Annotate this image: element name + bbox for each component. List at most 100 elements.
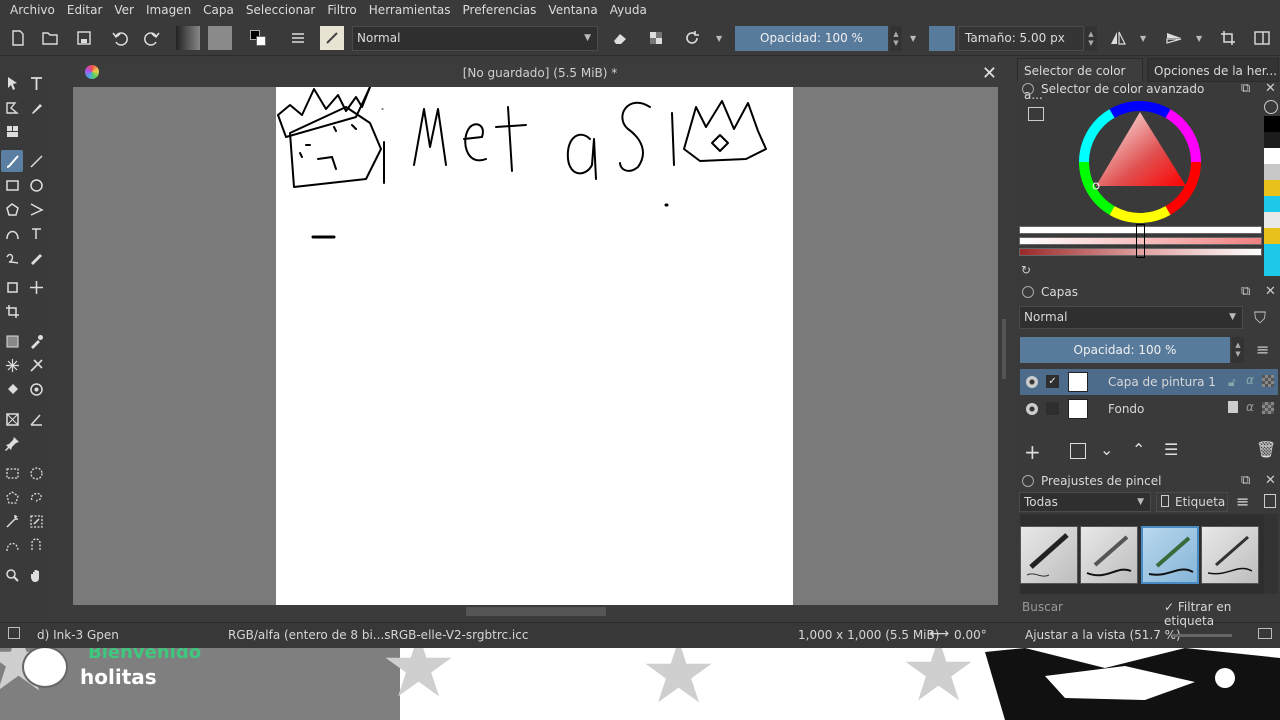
- measure-tool-icon[interactable]: [25, 408, 47, 430]
- layer-checkbox[interactable]: ✓: [1046, 375, 1059, 388]
- opacity-slider[interactable]: Opacidad: 100 %: [735, 26, 888, 51]
- brush-preset-icon[interactable]: [320, 26, 344, 50]
- menu-imagen[interactable]: Imagen: [140, 3, 197, 17]
- color-wheel[interactable]: [1076, 100, 1204, 224]
- text-tool-icon[interactable]: [25, 72, 47, 94]
- layer-row[interactable]: ✓ Capa de pintura 1 🔓︎ α: [1020, 369, 1278, 395]
- brush-preset-item[interactable]: [1201, 526, 1259, 584]
- eye-icon[interactable]: [1026, 376, 1038, 388]
- layer-opacity-slider[interactable]: Opacidad: 100 %: [1020, 337, 1230, 363]
- slider-handle[interactable]: [1136, 224, 1145, 258]
- polyline-tool-icon[interactable]: [25, 198, 47, 220]
- redo-icon[interactable]: [140, 26, 164, 50]
- menu-ayuda[interactable]: Ayuda: [604, 3, 653, 17]
- rect-select-icon[interactable]: [1, 462, 23, 484]
- transform-tool-icon[interactable]: [1, 276, 23, 298]
- brush-preset-item[interactable]: [1020, 526, 1078, 584]
- magic-wand-icon[interactable]: [1, 510, 23, 532]
- polygon-tool-icon[interactable]: [1, 198, 23, 220]
- polygon-select-icon[interactable]: [1, 486, 23, 508]
- reload-preset-icon[interactable]: [680, 26, 704, 50]
- edit-shapes-icon[interactable]: [1, 96, 23, 118]
- fg-bg-color-icon[interactable]: [246, 26, 270, 50]
- crop-tool-icon[interactable]: [1, 300, 23, 322]
- freehand-select-icon[interactable]: [25, 486, 47, 508]
- lock-icon[interactable]: [1228, 401, 1238, 413]
- open-folder-icon[interactable]: [38, 26, 62, 50]
- menu-editar[interactable]: Editar: [61, 3, 109, 17]
- menu-ventana[interactable]: Ventana: [542, 3, 603, 17]
- rectangle-tool-icon[interactable]: [1, 174, 23, 196]
- line-tool-icon[interactable]: [25, 150, 47, 172]
- layer-blend-select[interactable]: Normal ▼: [1019, 306, 1243, 329]
- magnetic-select-icon[interactable]: [25, 534, 47, 556]
- blend-mode-select[interactable]: Normal ▼: [352, 26, 598, 51]
- alpha-icon[interactable]: α: [1246, 400, 1254, 414]
- refresh-icon[interactable]: ↻: [1021, 263, 1031, 277]
- brush-settings-icon[interactable]: [286, 26, 310, 50]
- layer-opacity-spin[interactable]: ▲ ▼: [1232, 337, 1244, 363]
- undo-icon[interactable]: [108, 26, 132, 50]
- add-layer-icon[interactable]: +: [1024, 440, 1041, 464]
- brush-preset-item[interactable]: [1141, 526, 1199, 584]
- drawing-canvas[interactable]: metasl: [276, 87, 793, 605]
- mirror-vertical-icon[interactable]: [1162, 26, 1186, 50]
- new-document-icon[interactable]: [6, 26, 30, 50]
- ellipse-tool-icon[interactable]: [25, 174, 47, 196]
- layer-properties-icon[interactable]: ☰: [1164, 440, 1178, 459]
- brush-search-input[interactable]: Buscar: [1022, 600, 1063, 614]
- float-icon[interactable]: ⧉: [1241, 282, 1250, 302]
- brush-filter-select[interactable]: Todas ▼: [1019, 492, 1151, 512]
- brush-settings-icon[interactable]: [1264, 494, 1276, 508]
- rotate-icon[interactable]: ⟷: [929, 626, 949, 642]
- close-icon[interactable]: ✕: [1265, 282, 1276, 302]
- inherit-alpha-icon[interactable]: [1262, 402, 1274, 414]
- select-shapes-icon[interactable]: [1, 72, 23, 94]
- lock-icon[interactable]: 🔓︎: [1228, 375, 1236, 390]
- float-icon[interactable]: ⧉: [1241, 79, 1250, 99]
- menu-icon[interactable]: ≡: [1256, 340, 1269, 359]
- smart-patch-icon[interactable]: [1, 354, 23, 376]
- freehand-brush-icon[interactable]: [1, 150, 23, 172]
- chevron-down-icon[interactable]: ▼: [1140, 34, 1146, 43]
- menu-ver[interactable]: Ver: [108, 3, 140, 17]
- reference-images-icon[interactable]: [1, 408, 23, 430]
- gradient-tool-icon[interactable]: [1, 330, 23, 352]
- ellipse-select-icon[interactable]: [25, 462, 47, 484]
- document-tab[interactable]: [No guardado] (5.5 MiB) * ✕: [73, 60, 1007, 87]
- color-settings-icon[interactable]: [1028, 107, 1044, 121]
- fill-tool-icon[interactable]: [1, 378, 23, 400]
- bezier-select-icon[interactable]: [1, 534, 23, 556]
- horizontal-scrollbar[interactable]: [73, 605, 998, 618]
- pattern-fill-icon[interactable]: [25, 378, 47, 400]
- gradient-swatch[interactable]: [176, 26, 200, 50]
- size-slider[interactable]: Tamaño: 5.00 px: [958, 26, 1084, 51]
- alpha-icon[interactable]: α: [1246, 373, 1254, 387]
- move-tool-icon[interactable]: [25, 276, 47, 298]
- dynamic-brush-icon[interactable]: [1, 246, 23, 268]
- lock-icon[interactable]: [1022, 83, 1034, 95]
- selection-icon[interactable]: [8, 627, 20, 639]
- pin-icon[interactable]: [1, 432, 23, 454]
- canvas-viewport[interactable]: metasl: [73, 87, 998, 605]
- delete-layer-icon[interactable]: 🗑︎: [1256, 440, 1276, 459]
- chevron-down-icon[interactable]: ▼: [910, 34, 916, 43]
- layer-row[interactable]: Fondo α: [1020, 396, 1278, 422]
- move-down-icon[interactable]: ⌄: [1100, 440, 1113, 459]
- status-zoom[interactable]: Ajustar a la vista (51.7 %): [1025, 628, 1181, 642]
- pan-tool-icon[interactable]: [25, 564, 47, 586]
- brush-preset-item[interactable]: [1080, 526, 1138, 584]
- eye-icon[interactable]: [1026, 403, 1038, 415]
- mirror-horizontal-icon[interactable]: [1106, 26, 1130, 50]
- color-history-strip[interactable]: [1264, 116, 1280, 276]
- zoom-tool-icon[interactable]: [1, 564, 23, 586]
- color-picker-icon[interactable]: [25, 330, 47, 352]
- close-icon[interactable]: ✕: [982, 63, 997, 84]
- pattern-edit-icon[interactable]: [1, 120, 23, 142]
- close-icon[interactable]: ✕: [1265, 471, 1276, 491]
- multibrush-icon[interactable]: [25, 246, 47, 268]
- menu-seleccionar[interactable]: Seleccionar: [240, 3, 321, 17]
- close-icon[interactable]: ✕: [1265, 79, 1276, 99]
- calligraphy-icon[interactable]: [25, 96, 47, 118]
- filter-tag-checkbox[interactable]: ✓ Filtrar en etiqueta: [1164, 600, 1280, 628]
